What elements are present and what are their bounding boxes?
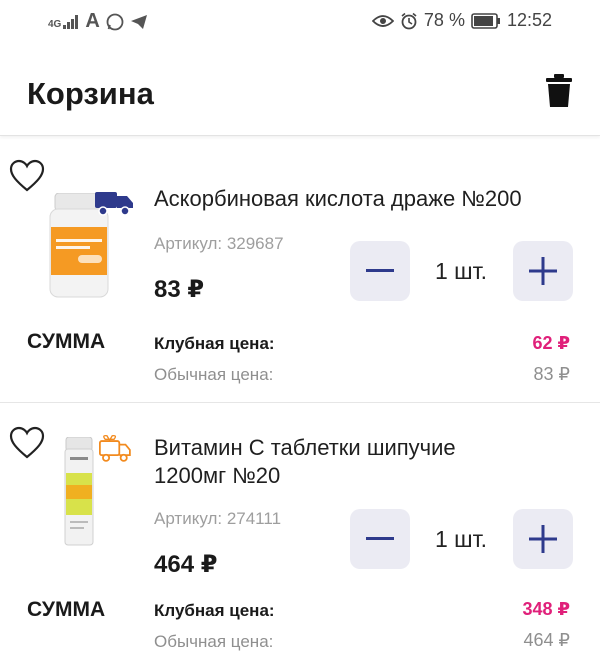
product-name-line-1: Витамин С таблетки шипучие [154, 435, 456, 460]
trash-icon[interactable] [546, 74, 572, 108]
alarm-icon [401, 12, 417, 29]
favorite-heart-icon[interactable] [8, 424, 46, 462]
battery-icon [471, 12, 500, 29]
regular-price-label: Обычная цена: [154, 632, 274, 651]
battery-percent: 78 % [423, 10, 465, 30]
favorite-heart-icon[interactable] [8, 157, 46, 195]
status-right: 78 % 12:52 [371, 10, 552, 31]
product-article: Артикул: 274111 [154, 509, 282, 528]
telegram-icon [130, 14, 147, 29]
product-name-line-2: 1200мг №20 [154, 463, 281, 488]
regular-price-value: 83 ₽ [533, 364, 570, 384]
product-article: Артикул: 329687 [154, 234, 284, 253]
sum-label: СУММА [27, 598, 106, 621]
plus-icon [529, 257, 557, 285]
signal-icon: 4G [48, 14, 79, 30]
decrease-quantity-button[interactable] [350, 241, 410, 301]
font-a-icon: A [85, 10, 100, 32]
whatsapp-icon [106, 13, 124, 30]
product-price: 83 ₽ [154, 276, 205, 303]
regular-price-value: 464 ₽ [523, 630, 571, 650]
app-header: Корзина [0, 44, 600, 136]
increase-quantity-button[interactable] [513, 509, 573, 569]
minus-icon [366, 537, 394, 540]
club-price-value: 62 ₽ [532, 333, 570, 353]
product-name[interactable]: Аскорбиновая кислота драже №200 [154, 185, 522, 213]
increase-quantity-button[interactable] [513, 241, 573, 301]
sum-label: СУММА [27, 330, 106, 353]
clock: 12:52 [506, 10, 552, 30]
cart-item: Аскорбиновая кислота драже №200 Артикул:… [0, 137, 600, 403]
status-bar: 4G A 78 % 12:52 [0, 0, 600, 44]
product-image[interactable] [62, 437, 96, 547]
delivery-truck-icon [95, 192, 133, 216]
minus-icon [366, 269, 394, 272]
quantity-value: 1 шт. [434, 258, 487, 284]
cart-item: Витамин С таблетки шипучие 1200мг №20 Ар… [0, 404, 600, 669]
regular-price-label: Обычная цена: [154, 365, 274, 384]
gift-truck-icon [99, 434, 131, 462]
eye-icon [371, 14, 394, 27]
status-left: 4G A [48, 10, 148, 33]
decrease-quantity-button[interactable] [350, 509, 410, 569]
product-name[interactable]: Витамин С таблетки шипучие 1200мг №20 [154, 434, 456, 490]
product-price: 464 ₽ [154, 551, 218, 578]
network-type: 4G [48, 18, 62, 30]
plus-icon [529, 525, 557, 553]
club-price-label: Клубная цена: [154, 601, 275, 620]
club-price-value: 348 ₽ [522, 599, 570, 619]
club-price-label: Клубная цена: [154, 334, 275, 353]
page-title: Корзина [27, 76, 154, 111]
quantity-value: 1 шт. [434, 526, 487, 552]
